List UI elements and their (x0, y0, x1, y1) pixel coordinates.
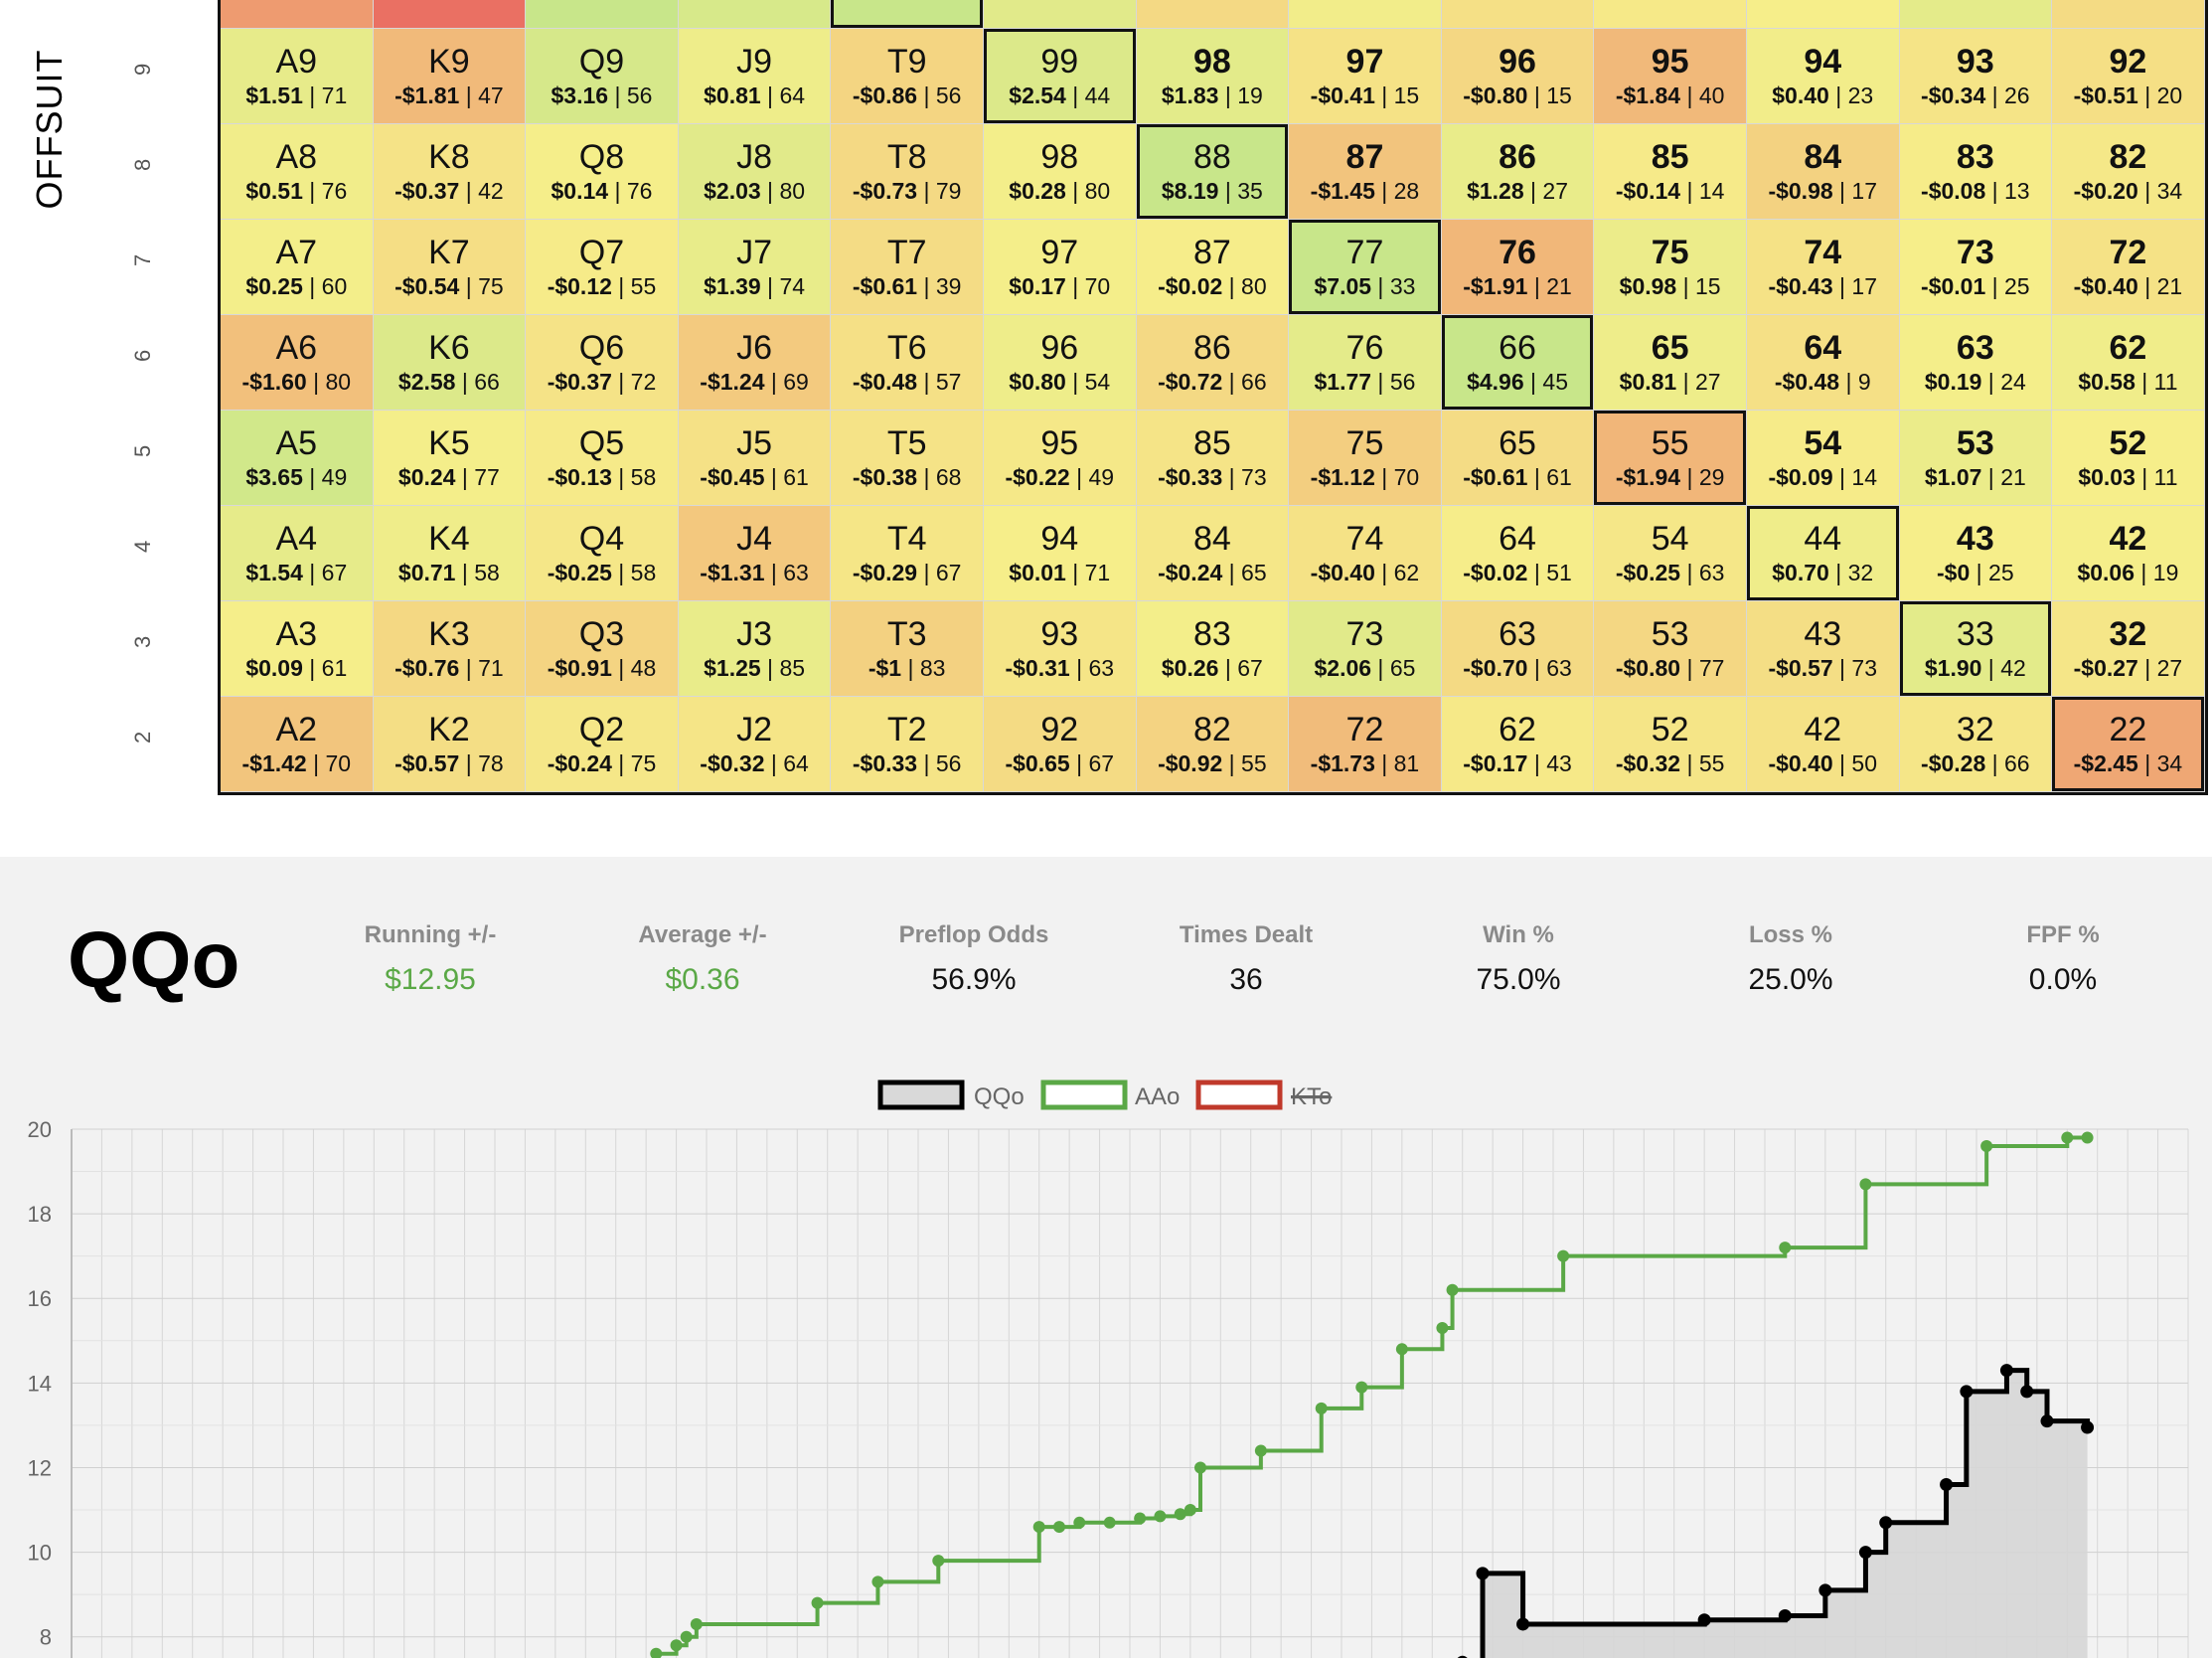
legend-swatch-qqo (877, 1079, 965, 1110)
point-aao (670, 1639, 683, 1652)
legend-label-aao: AAo (1135, 1083, 1180, 1110)
point-aao (1194, 1461, 1206, 1474)
point-aao (680, 1630, 693, 1643)
point-aao (1154, 1510, 1167, 1523)
y-tick-label: 14 (28, 1371, 52, 1396)
point-aao (1032, 1521, 1045, 1534)
point-aao (1980, 1140, 1993, 1153)
series-area-qqo (1462, 1370, 2088, 1658)
point-aao (650, 1647, 663, 1658)
y-tick-label: 8 (40, 1625, 52, 1650)
point-aao (1254, 1444, 1267, 1457)
y-tick-label: 18 (28, 1202, 52, 1227)
point-aao (1053, 1521, 1065, 1534)
point-aao (2081, 1131, 2094, 1144)
point-aao (1073, 1516, 1086, 1529)
point-aao (1395, 1343, 1408, 1356)
point-qqo (1960, 1385, 1974, 1399)
point-aao (2061, 1131, 2074, 1144)
point-qqo (1697, 1613, 1711, 1627)
point-qqo (2040, 1414, 2054, 1428)
point-qqo (1476, 1567, 1490, 1580)
point-aao (690, 1617, 703, 1630)
point-qqo (2081, 1420, 2095, 1434)
point-qqo (1818, 1583, 1832, 1597)
point-aao (871, 1575, 884, 1588)
point-qqo (1940, 1478, 1954, 1492)
point-aao (1315, 1402, 1328, 1414)
point-aao (1184, 1504, 1196, 1517)
point-aao (1446, 1283, 1459, 1296)
point-qqo (1999, 1364, 2013, 1378)
point-aao (1436, 1322, 1449, 1335)
point-aao (932, 1555, 945, 1568)
point-qqo (1879, 1516, 1893, 1530)
point-aao (1557, 1249, 1570, 1262)
legend-swatch-aao (1040, 1079, 1128, 1110)
point-aao (811, 1596, 824, 1609)
legend-label-qqo: QQo (974, 1083, 1025, 1110)
point-qqo (1516, 1617, 1530, 1631)
y-tick-label: 20 (28, 1117, 52, 1142)
y-tick-label: 12 (28, 1455, 52, 1480)
running-total-chart: 2018161412108QQo AAo KTo (28, 1079, 2189, 1658)
point-qqo (1858, 1546, 1872, 1560)
legend-swatch-kto (1195, 1079, 1283, 1110)
point-aao (1355, 1381, 1368, 1394)
point-aao (1134, 1512, 1147, 1525)
point-aao (1859, 1178, 1872, 1191)
y-tick-label: 10 (28, 1541, 52, 1566)
point-qqo (1778, 1608, 1792, 1622)
y-tick-label: 16 (28, 1286, 52, 1311)
point-aao (1779, 1242, 1792, 1254)
point-aao (1103, 1516, 1116, 1529)
point-qqo (2020, 1385, 2034, 1399)
